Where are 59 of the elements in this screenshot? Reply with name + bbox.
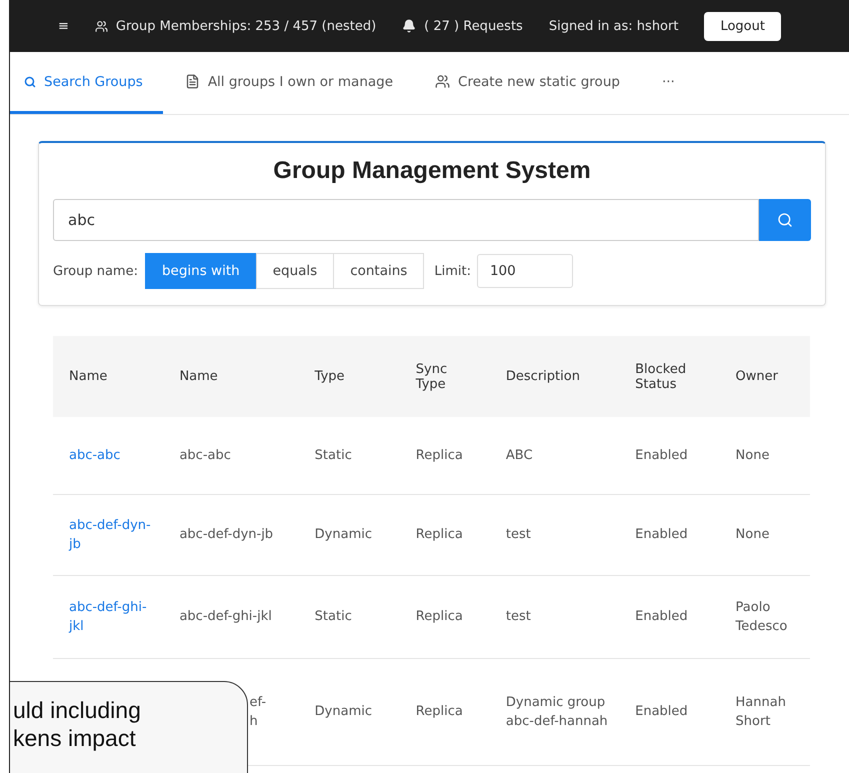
- search-button[interactable]: [759, 199, 811, 241]
- column-header: Blocked Status: [619, 336, 720, 417]
- bell-icon[interactable]: [402, 19, 416, 33]
- table-cell: None: [720, 417, 810, 494]
- column-header: Description: [490, 336, 620, 417]
- group-link[interactable]: abc-def-dyn-jb: [53, 494, 164, 576]
- match-option[interactable]: begins with: [144, 253, 257, 289]
- tab[interactable]: ···: [640, 52, 695, 114]
- search-icon: [777, 212, 793, 228]
- limit-label: Limit:: [434, 264, 471, 278]
- memberships-count: Group Memberships: 253 / 457 (nested): [116, 18, 376, 34]
- column-header: Name: [163, 336, 299, 417]
- logout-button[interactable]: Logout: [704, 12, 781, 40]
- table-cell: Static: [298, 576, 400, 658]
- limit-field[interactable]: 100: [476, 254, 573, 288]
- tab[interactable]: Search Groups: [10, 52, 163, 114]
- menu-icon[interactable]: ≡: [58, 18, 69, 34]
- page-title: Group Management System: [272, 157, 592, 185]
- table-cell: Enabled: [619, 417, 720, 494]
- search-field[interactable]: abc: [53, 199, 759, 241]
- callout-text: uld including: [13, 696, 142, 724]
- requests-link[interactable]: ( 27 ) Requests: [424, 18, 523, 34]
- table-cell: Static: [298, 417, 400, 494]
- table-cell: Enabled: [619, 576, 720, 658]
- group-link[interactable]: abc-abc: [53, 417, 164, 494]
- column-header: Type: [298, 336, 400, 417]
- table-cell: abc-abc: [163, 417, 299, 494]
- column-header: Sync Type: [400, 336, 490, 417]
- table-cell: Dynamic group abc-def-hannah: [490, 658, 620, 766]
- table-cell: None: [720, 494, 810, 576]
- tab[interactable]: Create new static group: [413, 52, 640, 114]
- table-cell: Replica: [400, 576, 490, 658]
- table-cell: abc-def-dyn-jb: [163, 494, 299, 576]
- table-cell: abc-def-ghi-jkl: [163, 576, 299, 658]
- users-icon: [94, 20, 108, 32]
- users-icon: [435, 74, 450, 89]
- table-cell: Paolo Tedesco: [720, 576, 810, 658]
- document-icon: [184, 74, 200, 89]
- callout-text: kens impact: [13, 724, 137, 752]
- table-cell: Dynamic: [298, 658, 400, 766]
- search-icon: [24, 76, 36, 88]
- table-cell: test: [490, 576, 620, 658]
- table-cell: ABC: [490, 417, 620, 494]
- table-cell: Replica: [400, 417, 490, 494]
- match-option[interactable]: equals: [256, 253, 334, 289]
- table-cell: Hannah Short: [720, 658, 810, 766]
- signed-in-label: Signed in as: hshort: [548, 18, 678, 34]
- column-header: Owner: [720, 336, 810, 417]
- tab[interactable]: All groups I own or manage: [162, 52, 414, 114]
- table-cell: Enabled: [619, 658, 720, 766]
- table-cell: Dynamic: [298, 494, 400, 576]
- table-cell: Enabled: [619, 494, 720, 576]
- table-cell: Replica: [400, 494, 490, 576]
- table-cell: test: [490, 494, 620, 576]
- match-label: Group name:: [53, 264, 138, 278]
- table-cell: Replica: [400, 658, 490, 766]
- match-option[interactable]: contains: [333, 253, 424, 289]
- group-link[interactable]: abc-def-ghi-jkl: [53, 576, 164, 658]
- column-header: Name: [53, 336, 164, 417]
